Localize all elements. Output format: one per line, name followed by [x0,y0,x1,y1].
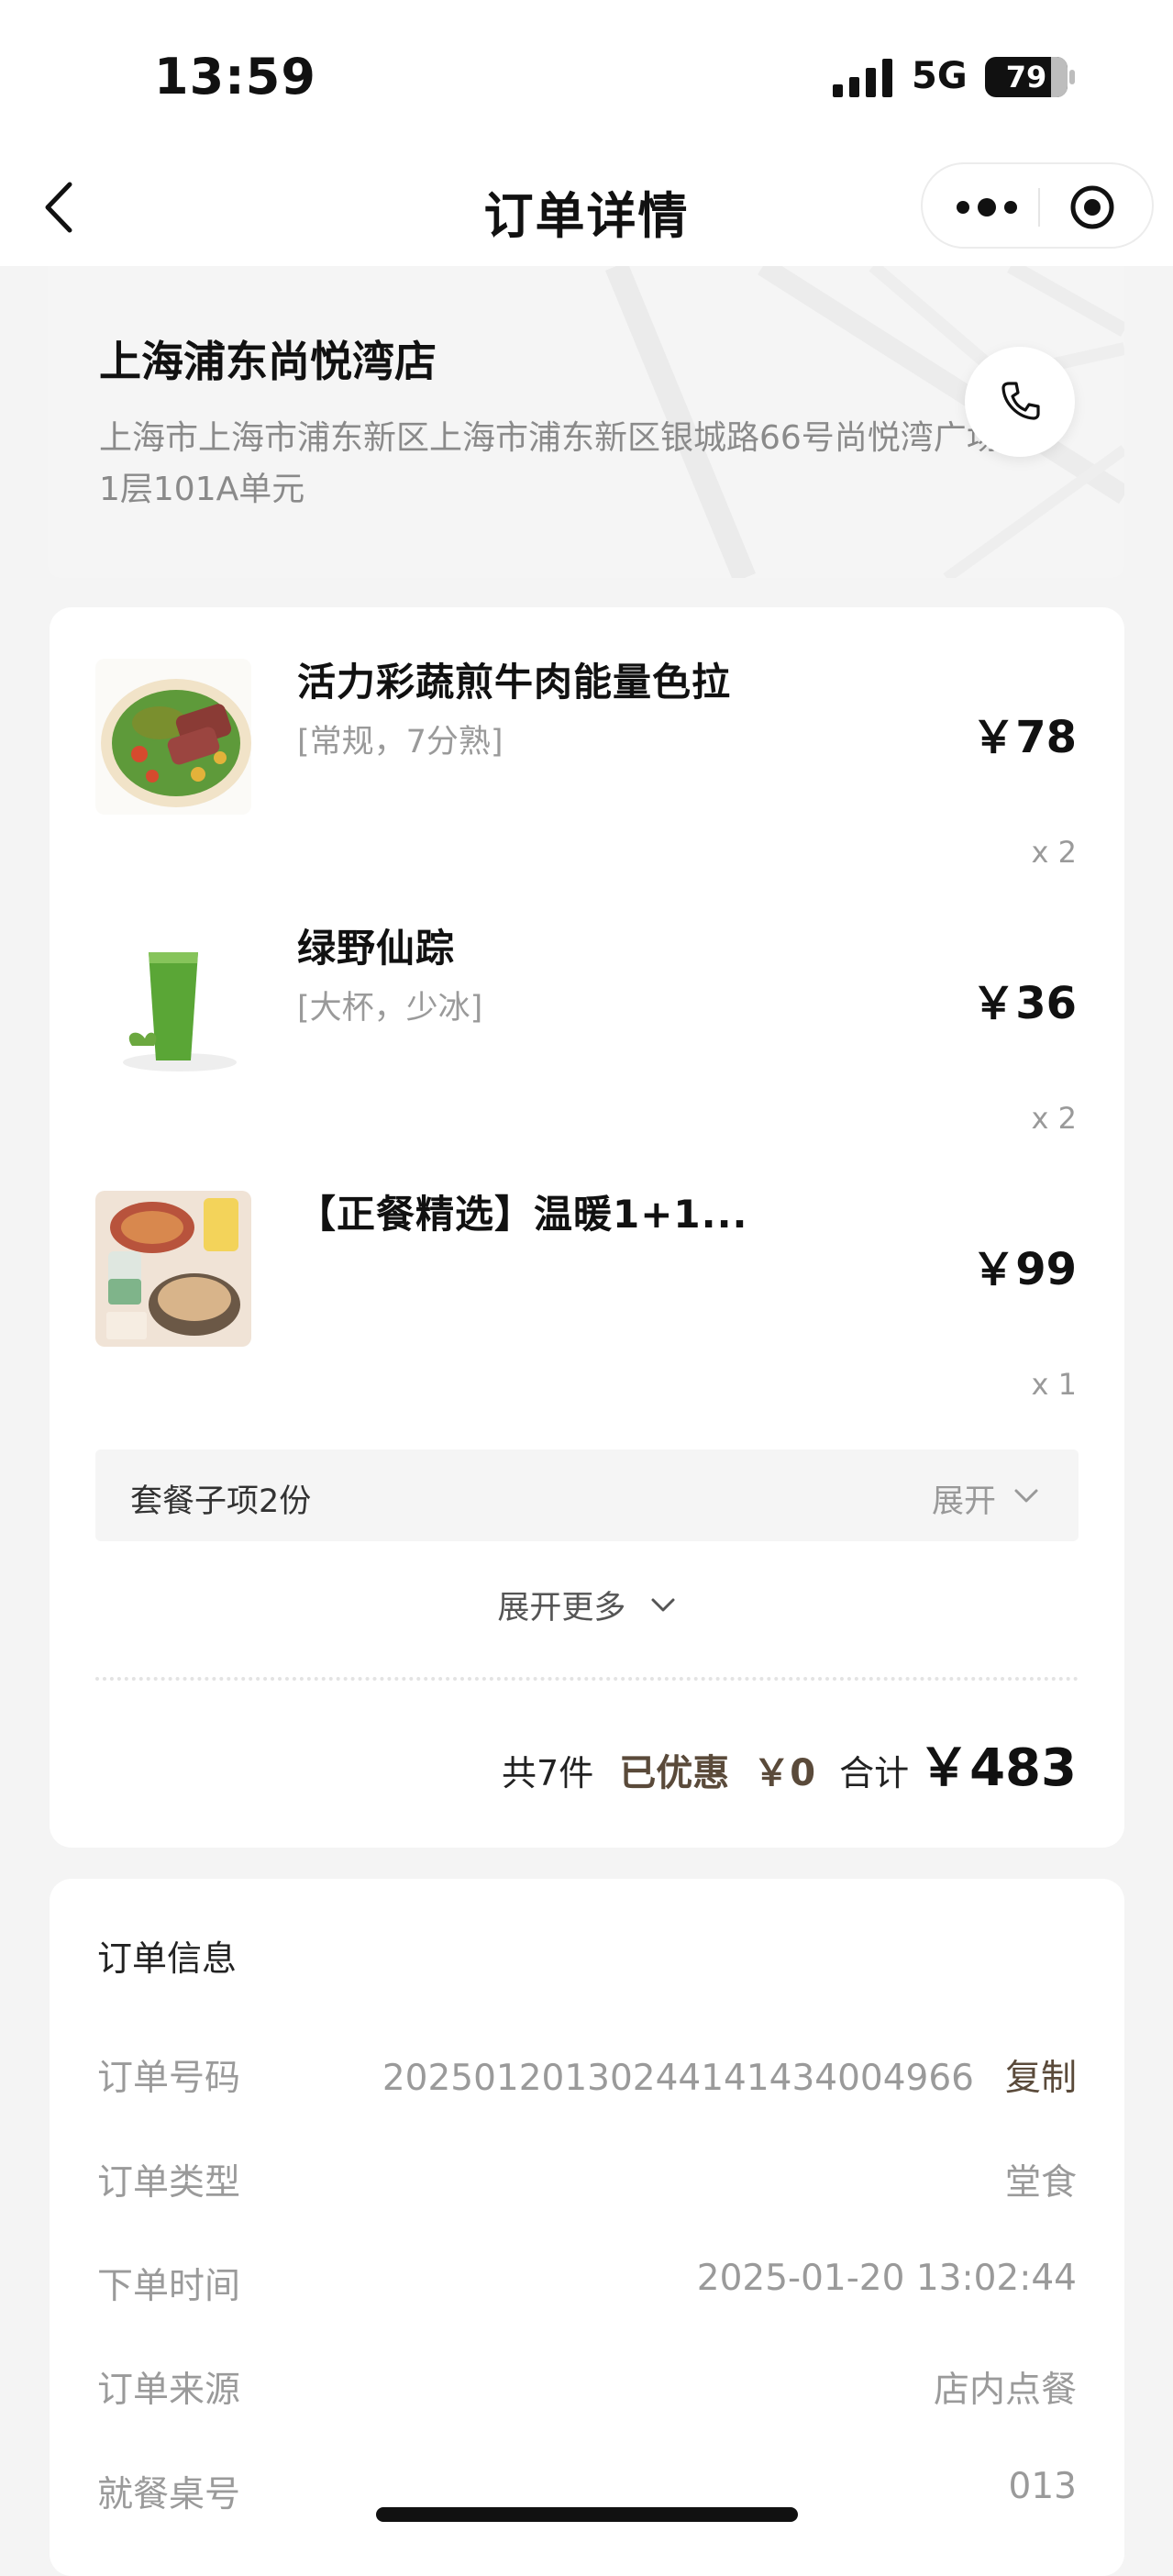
item-price: ￥36 [971,978,1077,1029]
item-image-salad [95,659,251,815]
item-price: ￥99 [971,1244,1077,1295]
info-label: 订单类型 [97,2162,241,2204]
expand-more-label: 展开更多 [497,1590,626,1627]
info-value: 堂食 [1004,2162,1077,2204]
store-card: 上海浦东尚悦湾店 上海市上海市浦东新区上海市浦东新区银城路66号尚悦湾广场1层1… [48,266,1124,578]
order-item[interactable]: 绿野仙踪 [大杯，少冰] ￥36 x 2 [50,873,1124,1139]
item-quantity: x 2 [1031,1101,1077,1136]
combo-subitems-label: 套餐子项2份 [130,1483,312,1520]
battery-tip [1069,70,1075,84]
order-info-title: 订单信息 [97,1938,238,1979]
order-summary: 共7件 已优惠 ￥0 合计 ￥483 [502,1727,1077,1798]
info-label: 下单时间 [97,2266,241,2307]
item-quantity: x 2 [1031,835,1077,870]
info-label: 就餐桌号 [97,2474,241,2515]
network-label: 5G [912,55,968,97]
item-spec: [常规，7分熟] [297,724,504,761]
chevron-down-icon [651,1598,675,1611]
more-dots-icon[interactable] [950,164,1024,250]
battery-icon: 79 [985,57,1068,97]
order-item[interactable]: 【正餐精选】温暖1+1... ￥99 x 1 [50,1139,1124,1405]
order-items-card: 活力彩蔬煎牛肉能量色拉 [常规，7分熟] ￥78 x 2 绿野仙踪 [大杯，少冰… [50,607,1124,1848]
combo-expand-label: 展开 [931,1483,996,1520]
info-value: 20250120130244141434004966 复制 [382,2049,1077,2101]
order-source-row: 订单来源 店内点餐 [97,2361,1077,2416]
item-name: 【正餐精选】温暖1+1... [297,1192,748,1237]
nav-bar: 订单详情 [0,151,1173,266]
copy-button[interactable]: 复制 [1005,2058,1077,2099]
info-value: 2025-01-20 13:02:44 [696,2258,1077,2299]
item-name: 活力彩蔬煎牛肉能量色拉 [297,660,732,705]
target-icon[interactable] [1069,184,1115,230]
divider [95,1677,1079,1681]
expand-more-button[interactable]: 展开更多 [50,1582,1124,1628]
battery-level: 79 [1005,60,1047,94]
store-name: 上海浦东尚悦湾店 [99,337,437,386]
item-count: 共7件 [502,1753,594,1793]
home-indicator[interactable] [376,2507,798,2522]
item-spec: [大杯，少冰] [297,990,483,1027]
order-time-row: 下单时间 2025-01-20 13:02:44 [97,2258,1077,2313]
info-label: 订单来源 [97,2370,241,2411]
order-number: 20250120130244141434004966 [382,2058,974,2099]
item-price: ￥78 [971,712,1077,763]
status-bar: 13:59 5G 79 [0,0,1173,151]
order-number-row: 订单号码 20250120130244141434004966 复制 [97,2049,1077,2104]
info-value: 店内点餐 [933,2370,1077,2411]
item-name: 绿野仙踪 [297,926,456,971]
order-info-card: 订单信息 订单号码 20250120130244141434004966 复制 订… [50,1879,1124,2576]
signal-icon [833,59,892,97]
item-image-combo [95,1191,251,1347]
store-address: 上海市上海市浦东新区上海市浦东新区银城路66号尚悦湾广场1层101A单元 [99,419,1000,508]
total-label: 合计 [839,1753,910,1793]
capsule-divider [1038,188,1040,227]
discount-label: 已优惠 [619,1752,730,1794]
phone-icon [1001,382,1040,420]
item-quantity: x 1 [1031,1367,1077,1402]
info-value: 013 [1008,2466,1077,2507]
status-time: 13:59 [154,48,316,105]
info-label: 订单号码 [97,2058,241,2099]
discount-value: ￥0 [753,1752,816,1794]
combo-subitems-row[interactable]: 套餐子项2份 展开 [95,1449,1079,1541]
call-store-button[interactable] [965,347,1075,457]
item-image-juice [95,925,251,1081]
order-item[interactable]: 活力彩蔬煎牛肉能量色拉 [常规，7分熟] ￥78 x 2 [50,607,1124,873]
order-type-row: 订单类型 堂食 [97,2154,1077,2209]
total-value: ￥483 [918,1738,1077,1798]
chevron-down-icon [1014,1489,1038,1503]
mini-program-capsule [921,162,1154,249]
